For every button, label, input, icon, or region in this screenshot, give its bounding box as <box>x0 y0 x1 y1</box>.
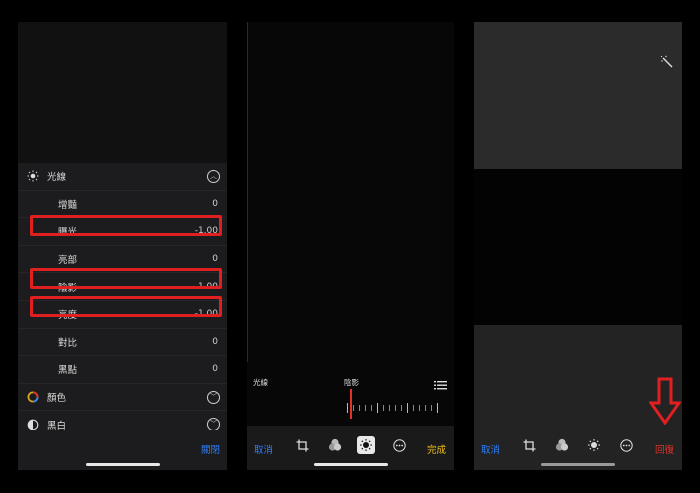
sun-icon <box>27 170 39 182</box>
adjust-value: 0 <box>212 198 218 209</box>
crop-icon[interactable] <box>293 436 311 454</box>
edge-line <box>247 22 248 362</box>
edit-toolbar: 取消 回復 <box>474 426 682 470</box>
more-icon[interactable] <box>617 436 635 454</box>
color-wheel-icon <box>27 391 39 403</box>
slider-ticks[interactable] <box>347 403 454 413</box>
color-section-title: 顏色 <box>47 393 67 405</box>
done-button[interactable]: 完成 <box>427 442 446 456</box>
revert-button[interactable]: 回復 <box>655 442 674 456</box>
adjust-row-black-point[interactable]: 黑點 0 <box>18 356 227 384</box>
adjust-label: 黑點 <box>58 365 78 377</box>
slider-current-label: 陰影 <box>344 378 359 387</box>
close-button[interactable]: 關閉 <box>201 442 220 456</box>
chevron-down-icon[interactable]: ﹀ <box>207 390 220 404</box>
adjust-value: 0 <box>212 336 218 347</box>
cancel-button[interactable]: 取消 <box>254 442 273 456</box>
adjust-dial-icon[interactable] <box>357 436 375 454</box>
highlight-box-shadows <box>30 268 222 289</box>
adjust-label: 增豔 <box>58 199 78 211</box>
photo-preview-top <box>474 22 682 169</box>
half-circle-icon <box>27 419 39 431</box>
cancel-button[interactable]: 取消 <box>481 442 500 456</box>
home-indicator <box>86 463 160 466</box>
bottom-bar: 關閉 <box>18 430 227 470</box>
slider-category-label: 光線 <box>253 378 268 387</box>
adjust-row-contrast[interactable]: 對比 0 <box>18 329 227 357</box>
home-indicator <box>314 463 388 466</box>
highlight-box-exposure <box>30 215 222 236</box>
chevron-up-icon[interactable]: ︿ <box>207 169 220 183</box>
arrow-down-icon <box>648 377 682 429</box>
more-icon[interactable] <box>390 436 408 454</box>
filters-icon[interactable] <box>326 436 344 454</box>
color-section-header[interactable]: 顏色 ﹀ <box>18 384 227 412</box>
light-section-header[interactable]: 光線 ︿ <box>18 163 227 191</box>
light-section-title: 光線 <box>47 172 67 184</box>
edit-toolbar: 取消 完成 <box>247 426 454 470</box>
adjustments-panel: 光線 ︿ 增豔 0 曝光 -1.00 亮部 0 陰影 -1.00 亮度 -1.0… <box>18 22 227 470</box>
filters-icon[interactable] <box>553 436 571 454</box>
highlight-box-brightness <box>30 296 222 317</box>
adjust-value: 0 <box>212 364 218 375</box>
list-icon[interactable] <box>434 377 448 396</box>
revert-panel: 取消 回復 <box>474 22 682 470</box>
crop-icon[interactable] <box>520 436 538 454</box>
adjust-label: 對比 <box>58 337 78 349</box>
adjust-slider-panel: 光線 陰影 取消 完成 <box>247 22 454 470</box>
adjust-label: 亮部 <box>58 255 78 267</box>
adjust-dial-icon[interactable] <box>585 436 603 454</box>
adjust-value: 0 <box>212 254 218 265</box>
auto-enhance-wand-icon[interactable] <box>660 54 674 73</box>
home-indicator <box>541 463 615 466</box>
